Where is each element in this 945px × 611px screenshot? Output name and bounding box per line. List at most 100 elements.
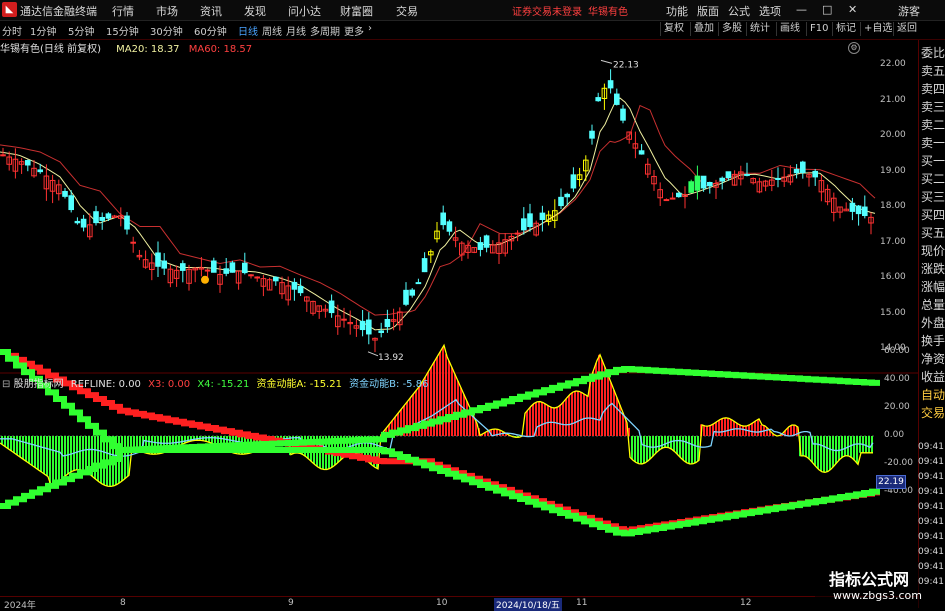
menu-ask[interactable]: 问小达 — [288, 3, 321, 19]
tool-multi-stock[interactable]: 多股 — [718, 22, 745, 36]
quote-item[interactable]: 现价 — [921, 242, 945, 259]
candle-body — [0, 154, 6, 157]
quote-item[interactable]: 净资 — [921, 350, 945, 367]
candle-body — [694, 175, 701, 191]
candle-body — [514, 232, 521, 235]
candle-body — [421, 258, 428, 273]
maximize-icon[interactable]: □ — [822, 3, 832, 16]
quote-item[interactable]: 涨幅 — [921, 278, 945, 295]
candle-body — [793, 168, 800, 174]
period-more[interactable]: 更多 — [344, 23, 364, 38]
y-tick-label: 16.00 — [880, 272, 906, 282]
quote-item[interactable]: 外盘 — [921, 314, 945, 331]
tool-stats[interactable]: 统计 — [746, 22, 773, 36]
menu-trade[interactable]: 交易 — [396, 3, 418, 19]
guest-label[interactable]: 游客 — [898, 3, 920, 19]
period-1min[interactable]: 1分钟 — [30, 23, 56, 38]
tool-back[interactable]: 返回 — [893, 22, 920, 36]
candle-body — [676, 192, 682, 198]
quote-item[interactable]: 卖一 — [921, 134, 945, 151]
period-60min[interactable]: 60分钟 — [194, 23, 227, 38]
login-warning[interactable]: 证券交易未登录 — [512, 3, 582, 18]
quote-item[interactable]: 总量 — [921, 296, 945, 313]
trade-time: 09:41 — [918, 547, 944, 557]
period-weekly[interactable]: 周线 — [262, 23, 282, 38]
high-marker — [600, 59, 613, 64]
trade-time: 09:41 — [918, 562, 944, 572]
candle-body — [446, 221, 453, 232]
candle-body — [595, 97, 602, 102]
tool-mark[interactable]: 标记 — [832, 22, 859, 36]
cursor-value-badge: 22.19 — [876, 475, 906, 489]
menu-formula[interactable]: 公式 — [728, 3, 750, 19]
candle-body — [812, 170, 819, 178]
period-daily[interactable]: 日线 — [238, 23, 258, 38]
y-tick-label: 21.00 — [880, 94, 906, 105]
period-monthly[interactable]: 月线 — [286, 23, 306, 38]
tool-adjust[interactable]: 复权 — [660, 22, 687, 36]
main-chart-title-row: 华锡有色(日线 前复权) MA20: 18.37 MA60: 18.57 — [0, 40, 252, 56]
candle-body — [229, 262, 236, 273]
quote-item[interactable]: 收益 — [921, 368, 945, 385]
quote-item[interactable]: 卖三 — [921, 98, 945, 115]
quote-item[interactable]: 买四 — [921, 206, 945, 223]
candle-body — [223, 268, 229, 274]
menu-quotes[interactable]: 行情 — [112, 3, 134, 19]
period-intraday[interactable]: 分时 — [2, 23, 22, 38]
candle-body — [614, 93, 620, 105]
candle-body — [161, 260, 167, 269]
chevron-right-icon[interactable]: › — [368, 23, 372, 34]
candle-body — [68, 195, 75, 211]
period-30min[interactable]: 30分钟 — [150, 23, 183, 38]
menu-layout[interactable]: 版面 — [697, 3, 719, 19]
tool-add-watchlist[interactable]: +自选 — [860, 22, 895, 36]
candle-body — [744, 173, 750, 176]
candle-body — [37, 169, 44, 173]
period-5min[interactable]: 5分钟 — [68, 23, 94, 38]
quote-item[interactable]: 卖五 — [921, 62, 945, 79]
stock-name-top: 华锡有色 — [588, 7, 628, 18]
quote-item[interactable]: 卖四 — [921, 80, 945, 97]
period-multi[interactable]: 多周期 — [310, 23, 340, 38]
quote-item[interactable]: 买二 — [921, 170, 945, 187]
menu-news[interactable]: 资讯 — [200, 3, 222, 19]
indicator-tick-label: 60.00 — [884, 346, 910, 356]
candle-body — [204, 269, 211, 272]
candle-body — [800, 161, 806, 173]
menu-wealth[interactable]: 财富圈 — [340, 3, 373, 19]
trade-time: 09:41 — [918, 472, 944, 482]
quote-item[interactable]: 交易 — [921, 404, 945, 421]
quote-item[interactable]: 涨跌 — [921, 260, 945, 277]
indicator-collapse-icon[interactable]: ⊟ — [2, 379, 10, 390]
tool-overlay[interactable]: 叠加 — [690, 22, 717, 36]
candle-body — [607, 80, 614, 89]
quote-item[interactable]: 买三 — [921, 188, 945, 205]
date-label: 10 — [436, 598, 448, 608]
menu-market[interactable]: 市场 — [156, 3, 178, 19]
candle-body — [180, 263, 186, 271]
high-label: 22.13 — [613, 60, 639, 70]
quote-item[interactable]: 买一 — [921, 152, 945, 169]
x3-label: X3: 0.00 — [148, 379, 191, 390]
minimize-icon[interactable]: — — [796, 3, 807, 16]
tool-f10[interactable]: F10 — [806, 22, 831, 36]
close-icon[interactable]: ✕ — [848, 3, 857, 16]
settings-gear-icon[interactable]: ⚙ — [848, 42, 860, 54]
quote-item[interactable]: 委比 — [921, 44, 945, 61]
candle-body — [403, 289, 409, 305]
quote-item[interactable]: 自动 — [921, 386, 945, 403]
menu-discover[interactable]: 发现 — [244, 3, 266, 19]
quote-item[interactable]: 买五 — [921, 224, 945, 241]
menu-options[interactable]: 选项 — [759, 3, 781, 19]
candle-body — [211, 260, 217, 273]
period-15min[interactable]: 15分钟 — [106, 23, 139, 38]
tool-draw[interactable]: 画线 — [776, 22, 803, 36]
indicator-name: 股朋指标网 — [13, 379, 64, 390]
main-price-chart: 22.13 13.92 — [0, 59, 876, 363]
quote-item[interactable]: 卖二 — [921, 116, 945, 133]
quote-item[interactable]: 换手 — [921, 332, 945, 349]
menu-function[interactable]: 功能 — [666, 3, 688, 19]
menu-bar: ◣ 通达信金融终端 行情 市场 资讯 发现 问小达 财富圈 交易 证券交易未登录… — [0, 0, 945, 21]
trade-time: 09:41 — [918, 577, 944, 587]
candle-body — [440, 212, 446, 226]
